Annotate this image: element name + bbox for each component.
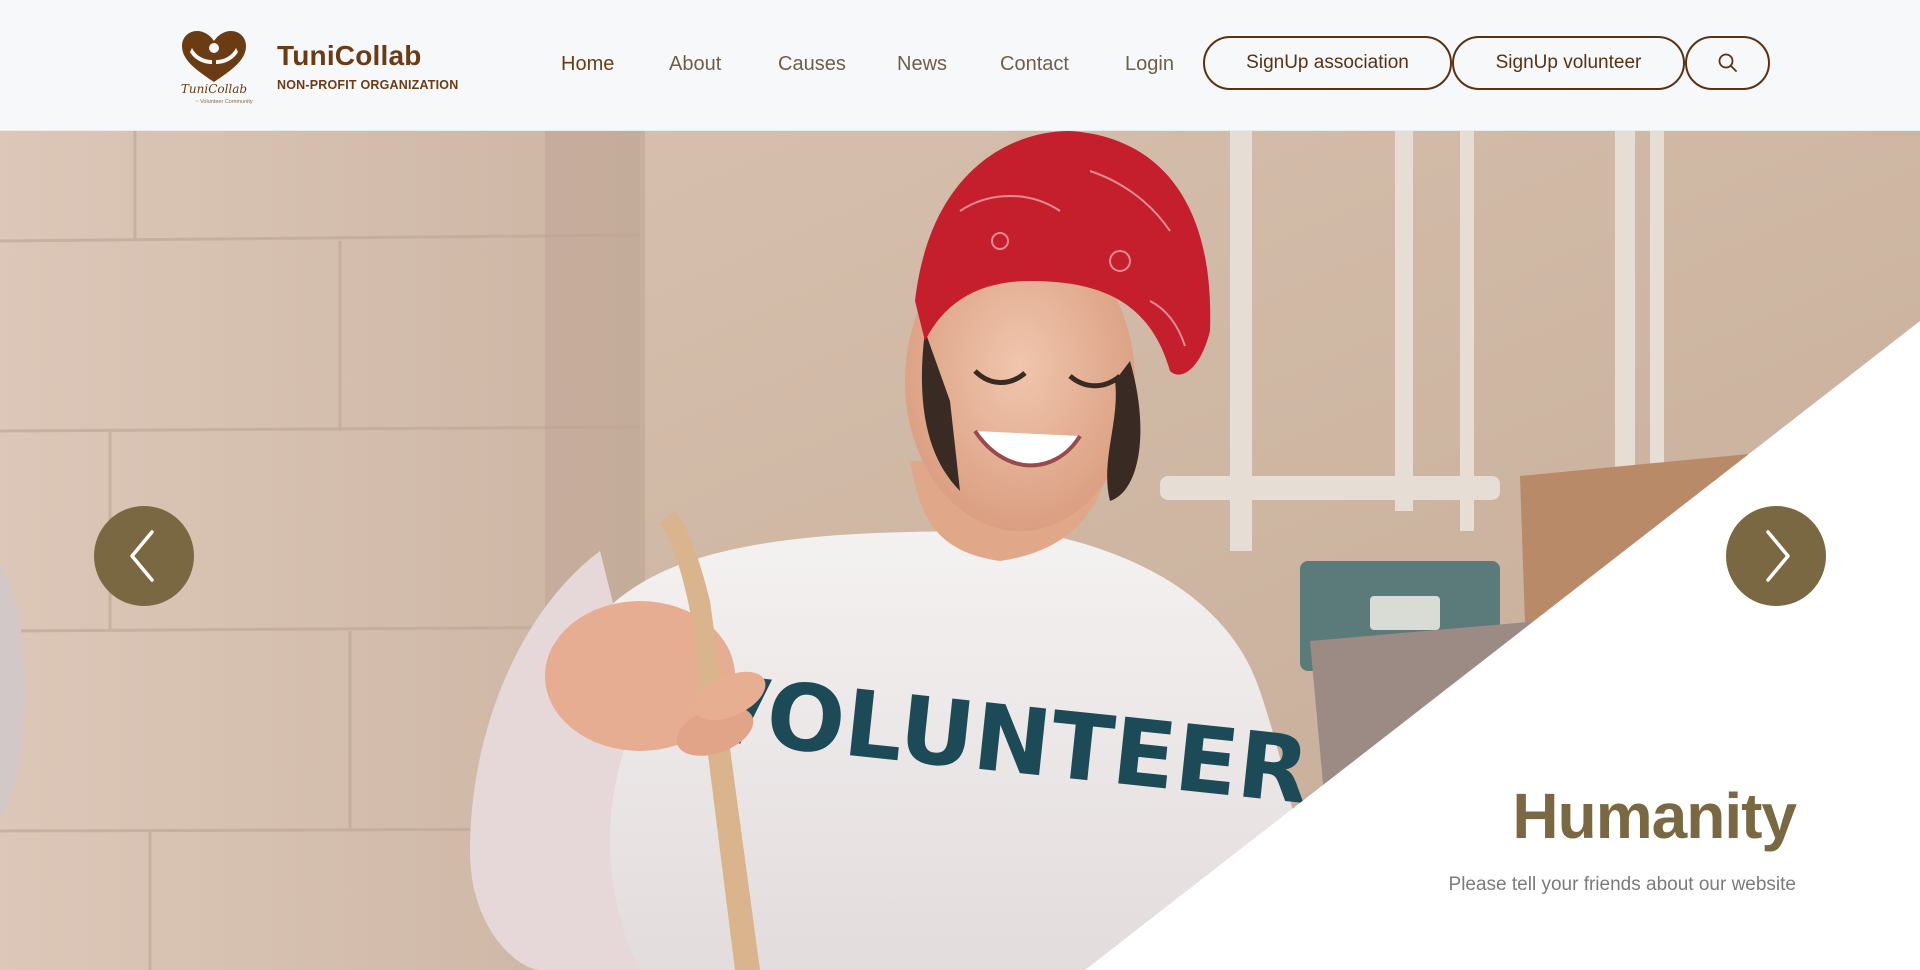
brand-subtitle: NON-PROFIT ORGANIZATION — [277, 78, 459, 92]
brand-name[interactable]: TuniCollab — [277, 40, 422, 72]
site-header: TuniCollab ~ Volunteer Community TuniCol… — [0, 0, 1920, 131]
signup-association-button[interactable]: SignUp association — [1203, 36, 1452, 90]
svg-text:~ Volunteer Community: ~ Volunteer Community — [195, 99, 253, 105]
search-button[interactable] — [1685, 36, 1770, 90]
nav-causes[interactable]: Causes — [778, 53, 846, 76]
hero-slider: VOLUNTEER Humanity Please tell your frie… — [0, 131, 1920, 970]
signup-volunteer-button[interactable]: SignUp volunteer — [1452, 36, 1685, 90]
nav-about[interactable]: About — [669, 53, 721, 76]
slide-title: Humanity — [1512, 780, 1797, 852]
nav-home[interactable]: Home — [561, 53, 614, 76]
slide-subtitle: Please tell your friends about our websi… — [1448, 874, 1796, 895]
next-slide-button[interactable] — [1726, 506, 1826, 606]
nav-contact[interactable]: Contact — [1000, 53, 1069, 76]
chevron-right-icon — [1766, 530, 1790, 582]
chevron-left-icon — [130, 530, 154, 582]
search-icon — [1718, 53, 1737, 72]
svg-text:TuniCollab: TuniCollab — [181, 82, 247, 96]
nav-login[interactable]: Login — [1125, 53, 1174, 76]
logo-heart-icon: TuniCollab ~ Volunteer Community — [181, 31, 253, 105]
logo[interactable]: TuniCollab ~ Volunteer Community — [166, 26, 262, 106]
nav-news[interactable]: News — [897, 53, 947, 76]
prev-slide-button[interactable] — [94, 506, 194, 606]
